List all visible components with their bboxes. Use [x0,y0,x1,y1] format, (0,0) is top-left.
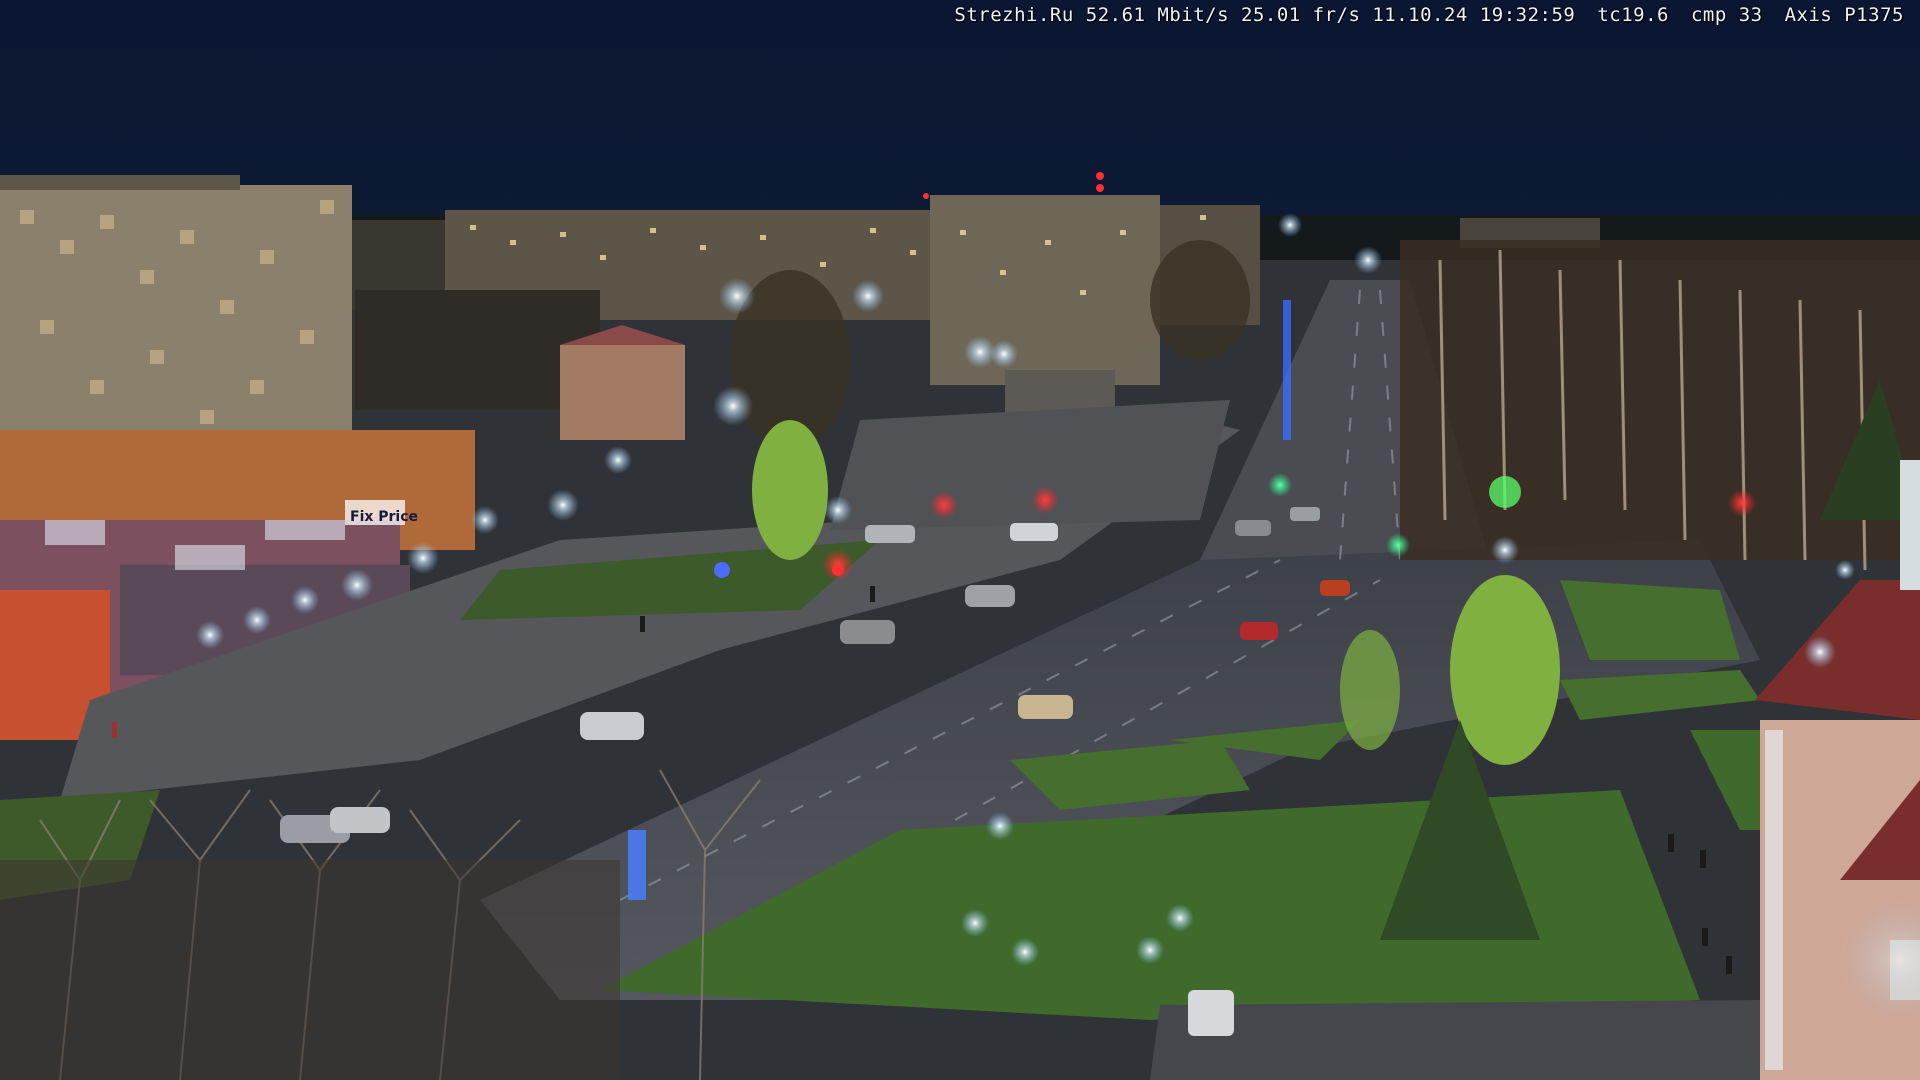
right-tree-grove [1400,240,1920,571]
camera-model: Axis P1375 [1784,4,1904,26]
bottom-road [1150,1000,1760,1080]
temperature-readout: tc19.6 [1597,4,1669,26]
site-name: Strezhi.Ru [954,4,1074,26]
parking-lot [830,400,1230,530]
framerate-readout: 25.01 fr/s [1241,4,1361,26]
right-building-upper [1900,460,1920,590]
foreground-brush [0,860,620,1080]
time-readout: 19:32:59 [1479,4,1576,26]
shop-sign: Fix Price [350,509,418,525]
night-city-scene: Fix Price [0,0,1920,1080]
bitrate-readout: 52.61 Mbit/s [1085,4,1230,26]
compression-readout: cmp 33 [1690,4,1763,26]
camera-info-overlay: Strezhi.Ru 52.61 Mbit/s 25.01 fr/s 11.10… [954,4,1904,26]
date-readout: 11.10.24 [1372,4,1468,26]
